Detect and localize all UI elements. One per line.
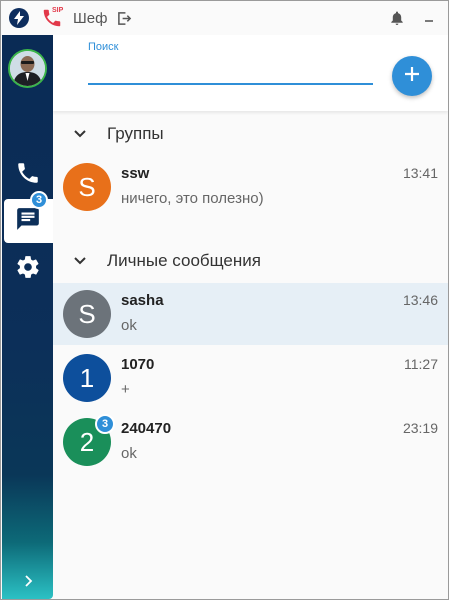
conversation-last-message: ничего, это полезно) [121,190,264,207]
logout-icon[interactable] [115,1,133,35]
contact-avatar: S [63,290,111,338]
conversation-time: 13:46 [402,292,438,308]
user-name: Шеф [73,9,108,27]
lightning-icon[interactable] [6,1,32,35]
contact-avatar: S [63,163,111,211]
conversation-name: 240470 [121,420,172,437]
contact-avatar: 1 [63,354,111,402]
unread-badge: 3 [30,191,48,209]
personal-section-title: Личные сообщения [107,251,261,270]
conversation-time: 23:19 [402,420,438,436]
phone-icon [15,160,41,191]
phone-sip-icon[interactable]: SIP [37,1,67,35]
expand-sidebar-button[interactable] [2,573,53,593]
search-area: Поиск [53,35,448,111]
conversation-name: sasha [121,292,164,309]
conversation-last-message: + [121,381,130,398]
conversation-time: 13:41 [402,165,438,181]
conversation-item[interactable]: 1 1070 + 11:27 [53,347,448,409]
add-button[interactable] [392,56,432,96]
conversation-time: 11:27 [404,356,438,372]
calls-nav-button[interactable] [2,153,53,197]
title-bar: SIP Шеф [1,1,448,35]
groups-section-header[interactable]: Группы [53,119,448,149]
search-input[interactable] [88,59,373,85]
messages-nav-button[interactable]: 3 [2,191,53,243]
minimize-icon[interactable] [419,1,439,35]
conversation-name: 1070 [121,356,155,373]
chat-icon [15,206,41,237]
conversation-item[interactable]: S sasha ok 13:46 [53,283,448,345]
groups-section-title: Группы [107,124,164,143]
unread-badge: 3 [95,414,115,434]
settings-nav-button[interactable] [2,247,53,291]
conversation-last-message: ok [121,445,137,462]
bell-icon[interactable] [387,1,407,35]
app-window: SIP Шеф 3 Поиск Группы S ssw ничего, это… [0,0,449,600]
conversation-last-message: ok [121,317,137,334]
chevron-right-icon [23,574,33,592]
plus-icon [403,65,421,88]
gear-icon [15,254,41,285]
chevron-down-icon [53,256,107,266]
sidebar: 3 [2,35,53,599]
personal-section-header[interactable]: Личные сообщения [53,246,448,276]
conversation-name: ssw [121,165,150,182]
conversation-item[interactable]: 2 3 240470 ok 23:19 [53,411,448,473]
search-label: Поиск [88,41,119,53]
chevron-down-icon [53,129,107,139]
sip-label: SIP [52,7,64,14]
conversation-item[interactable]: S ssw ничего, это полезно) 13:41 [53,156,448,218]
avatar[interactable] [8,49,47,88]
